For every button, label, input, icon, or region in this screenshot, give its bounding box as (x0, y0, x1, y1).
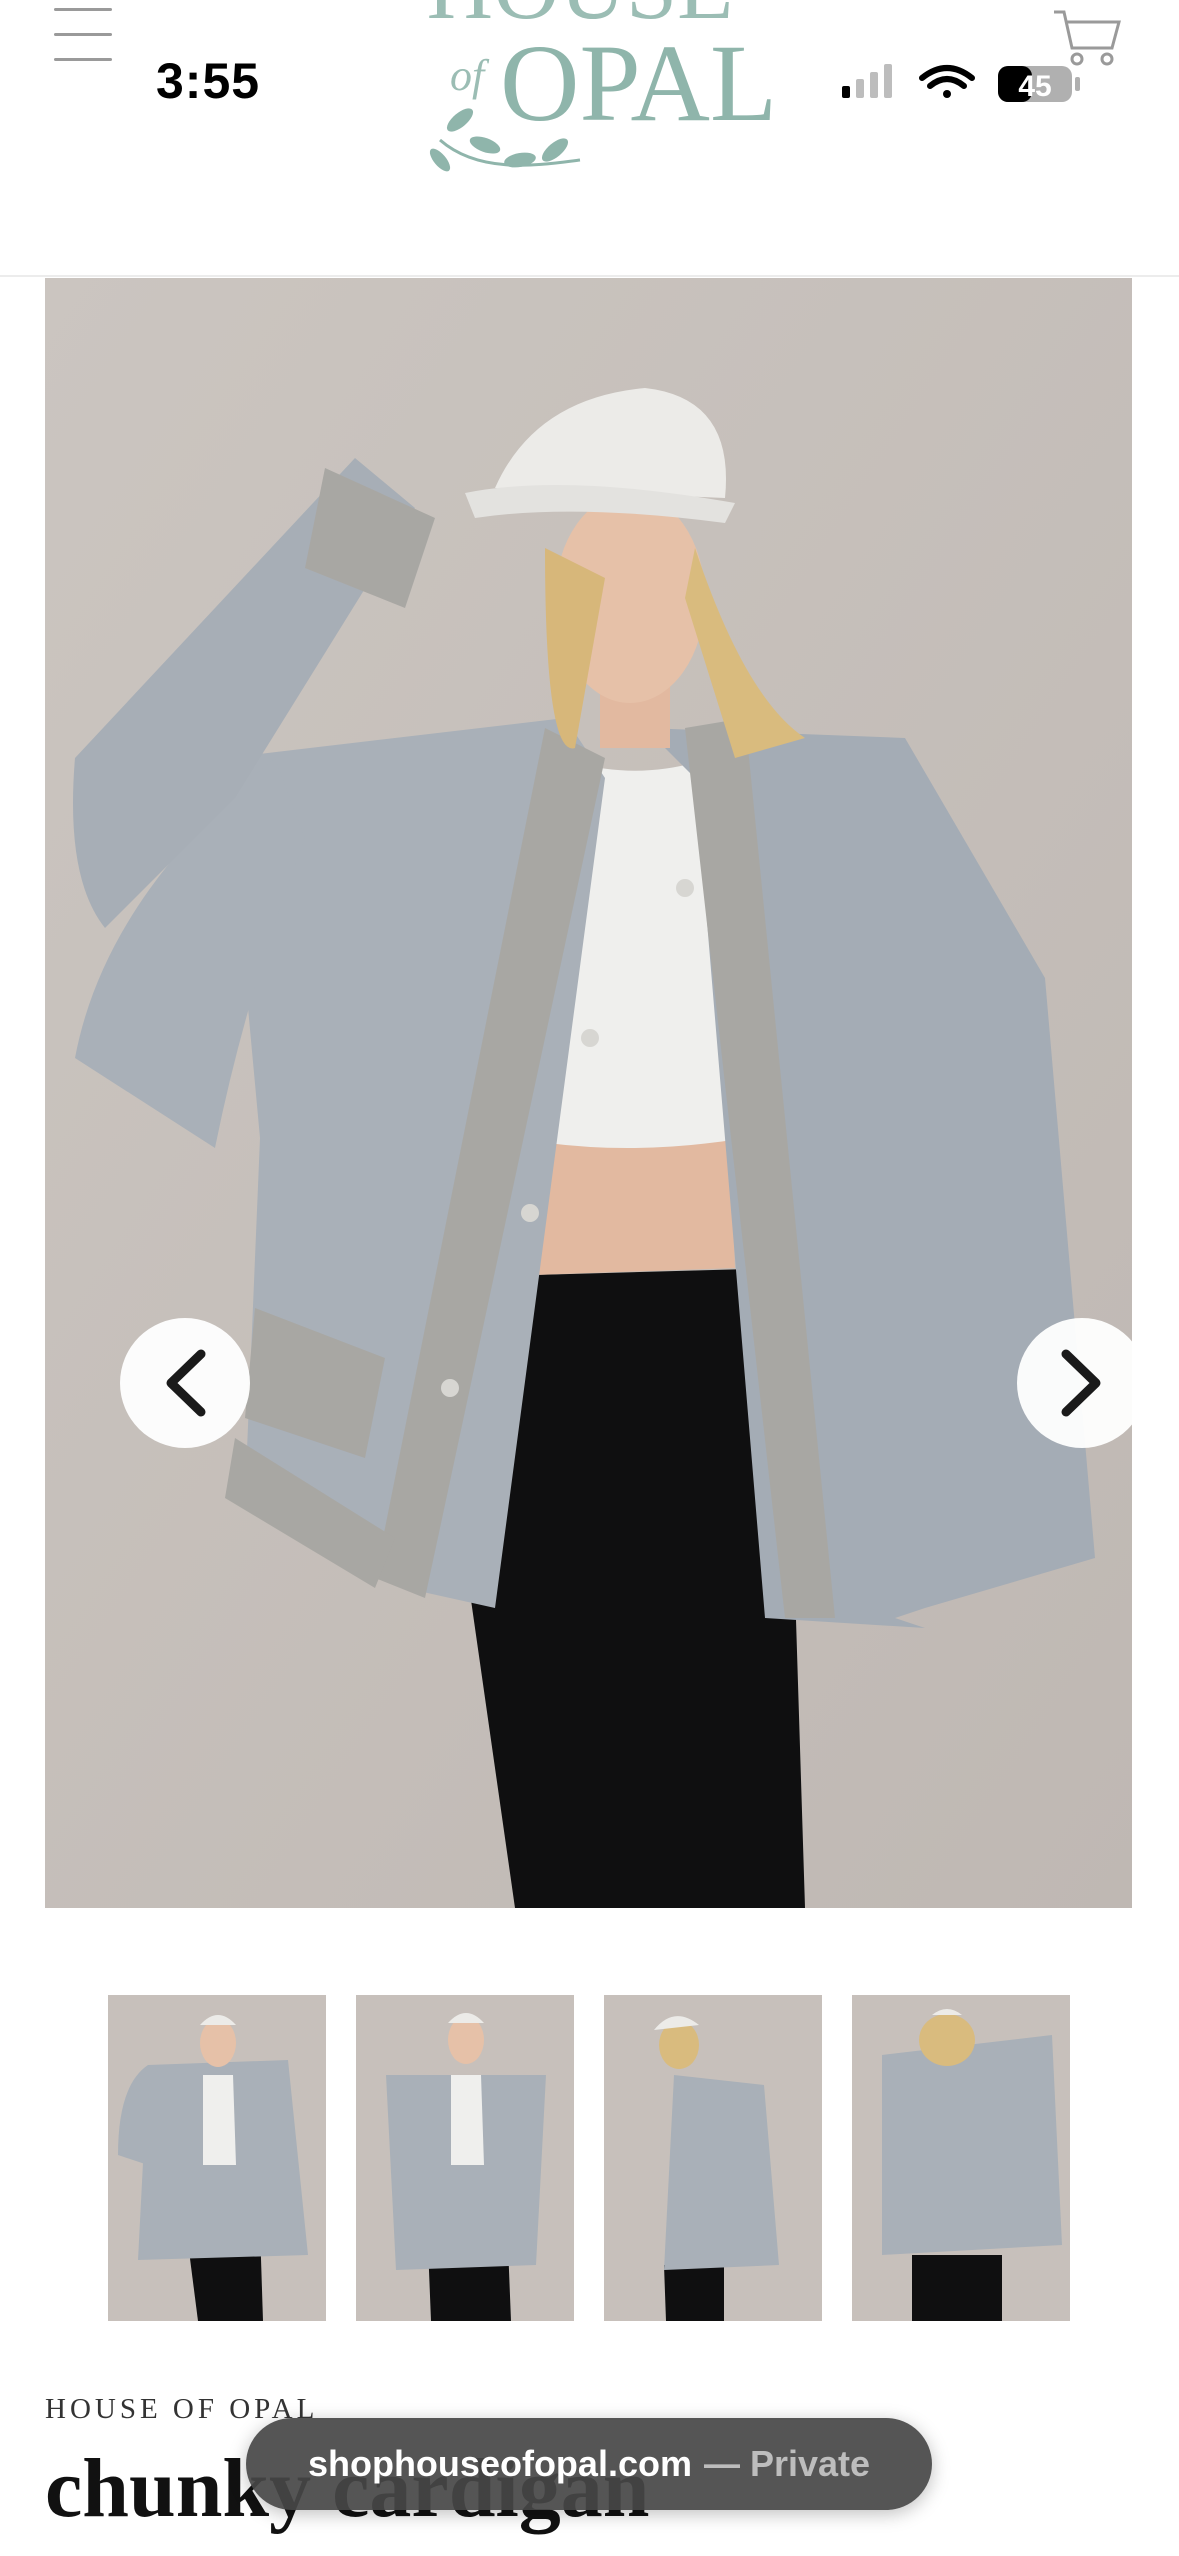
battery-icon: 45 (998, 66, 1080, 103)
product-photo (45, 278, 1132, 1908)
private-mode-label: — Private (703, 2443, 871, 2484)
house-of-opal-logo[interactable]: HOUSE of OPAL (380, 0, 800, 190)
thumbnail-3[interactable] (604, 1995, 822, 2321)
status-time: 3:55 (156, 53, 261, 109)
svg-text:of: of (450, 51, 490, 100)
product-image-gallery[interactable] (45, 278, 1132, 1908)
previous-image-button[interactable] (120, 1318, 250, 1448)
browser-address-bar[interactable]: shophouseofopal.com — Private (246, 2418, 932, 2510)
thumbnail-strip (0, 1995, 1179, 2321)
site-header: HOUSE of OPAL 3:55 (0, 0, 1179, 277)
chevron-right-icon (1061, 1349, 1101, 1417)
thumbnail-2[interactable] (356, 1995, 574, 2321)
hamburger-menu-icon[interactable] (54, 8, 112, 64)
browser-url: shophouseofopal.com (307, 2443, 692, 2484)
svg-text:OPAL: OPAL (500, 22, 777, 144)
shopping-cart-icon[interactable] (1052, 6, 1122, 68)
svg-text:45: 45 (1018, 70, 1051, 103)
wifi-icon (919, 65, 975, 98)
thumbnail-4[interactable] (852, 1995, 1070, 2321)
chevron-left-icon (166, 1349, 206, 1417)
thumbnail-1[interactable] (108, 1995, 326, 2321)
cellular-signal-icon (842, 64, 892, 98)
